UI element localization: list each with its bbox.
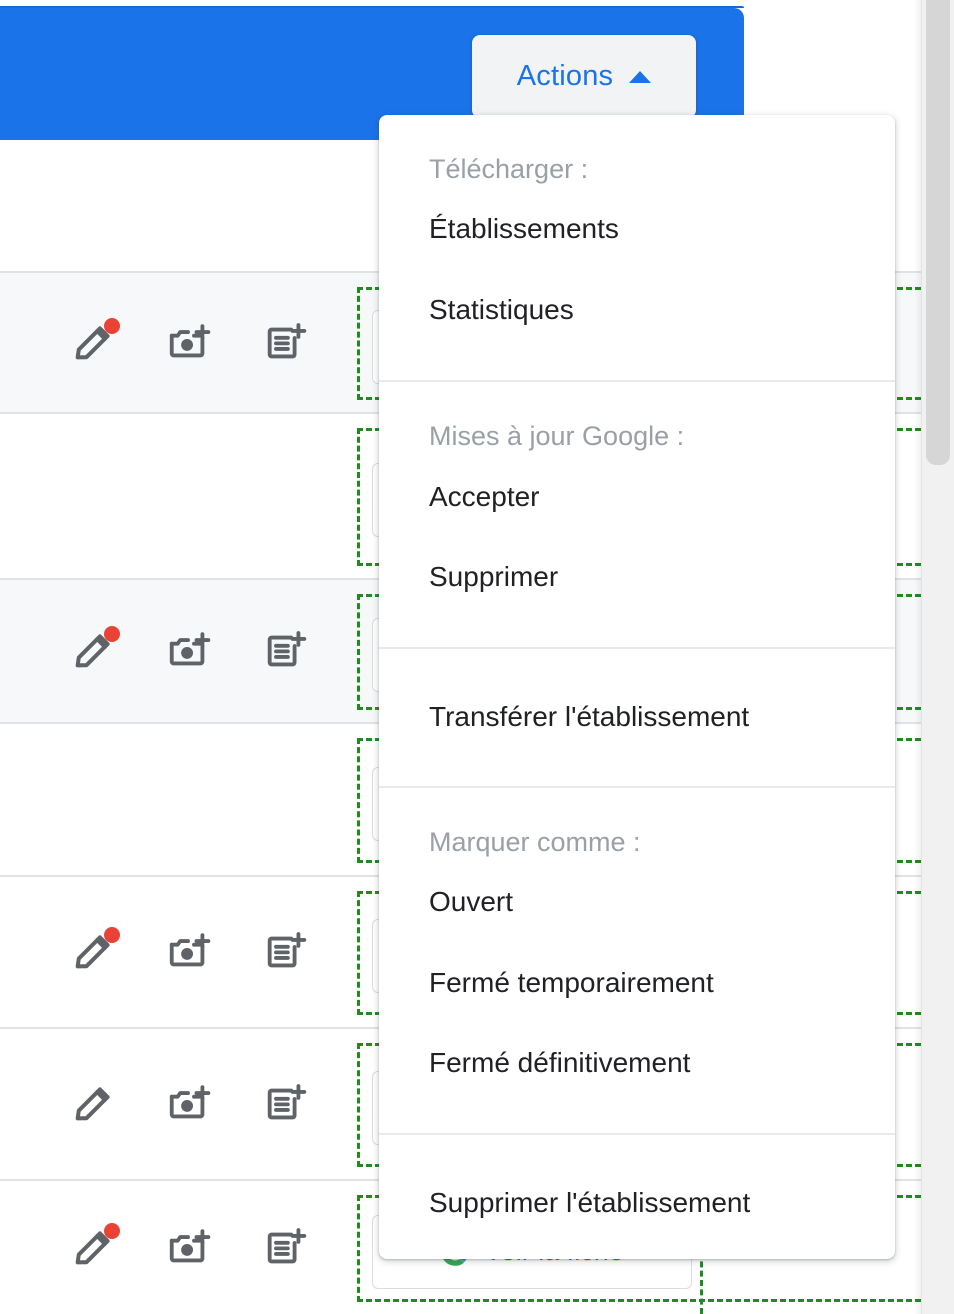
menu-item-accepter[interactable]: Accepter xyxy=(379,457,895,537)
add-post-icon[interactable] xyxy=(262,929,308,975)
menu-item-supprimer[interactable]: Supprimer xyxy=(379,537,895,617)
add-post-icon[interactable] xyxy=(262,628,308,674)
add-post-icon[interactable] xyxy=(262,1225,308,1271)
add-post-icon[interactable] xyxy=(262,1081,308,1127)
row-action-icons xyxy=(0,1181,308,1314)
pending-update-badge-icon xyxy=(104,317,120,334)
pending-update-badge-icon xyxy=(104,626,120,642)
row-action-icons xyxy=(0,414,70,578)
add-photo-icon[interactable] xyxy=(166,1225,212,1271)
row-action-icons xyxy=(0,273,308,412)
menu-section: Transférer l'établissement xyxy=(379,647,895,785)
menu-section: Supprimer l'établissement xyxy=(379,1133,895,1259)
highlight-box-right-edge xyxy=(700,1252,703,1314)
row-action-icons xyxy=(0,580,308,722)
add-post-icon[interactable] xyxy=(262,320,308,366)
pending-update-badge-icon xyxy=(104,1222,120,1239)
edit-pencil-icon[interactable] xyxy=(70,1081,116,1127)
row-action-icons xyxy=(0,1029,308,1179)
edit-pencil-icon[interactable] xyxy=(70,317,120,366)
menu-section: Mises à jour Google : Accepter Supprimer xyxy=(379,380,895,647)
menu-item-transf-rer-l-tablissement[interactable]: Transférer l'établissement xyxy=(379,677,895,757)
menu-group-label: Mises à jour Google : xyxy=(429,421,685,452)
menu-section: Télécharger : Établissements Statistiques xyxy=(379,115,895,380)
menu-item-statistiques[interactable]: Statistiques xyxy=(379,270,895,350)
actions-button[interactable]: Actions xyxy=(472,35,696,118)
add-photo-icon[interactable] xyxy=(166,628,212,674)
menu-section: Marquer comme : Ouvert Fermé temporairemen… xyxy=(379,785,895,1134)
add-photo-icon[interactable] xyxy=(166,320,212,366)
actions-dropdown-menu: Télécharger : Établissements Statistiques M… xyxy=(379,115,895,1259)
menu-group-label: Télécharger : xyxy=(429,154,589,184)
screenshot-root: Actions Voir la ficheVoir la ficheVoir l… xyxy=(0,0,954,1314)
vertical-scrollbar-track[interactable] xyxy=(921,0,954,1314)
row-action-icons xyxy=(0,724,70,875)
add-photo-icon[interactable] xyxy=(166,1081,212,1127)
menu-item-tablissements[interactable]: Établissements xyxy=(379,189,895,269)
menu-item-ferm-temporairement[interactable]: Fermé temporairement xyxy=(379,943,895,1023)
row-action-icons xyxy=(0,877,308,1027)
menu-item-ouvert[interactable]: Ouvert xyxy=(379,862,895,942)
edit-pencil-icon[interactable] xyxy=(70,626,120,674)
vertical-scrollbar-thumb[interactable] xyxy=(926,0,950,465)
pending-update-badge-icon xyxy=(104,927,120,943)
add-photo-icon[interactable] xyxy=(166,929,212,975)
menu-item-supprimer-l-tablissement[interactable]: Supprimer l'établissement xyxy=(379,1163,895,1243)
menu-item-ferm-d-finitivement[interactable]: Fermé définitivement xyxy=(379,1023,895,1103)
menu-group-label: Marquer comme : xyxy=(429,826,641,857)
caret-up-icon xyxy=(629,70,652,83)
edit-pencil-icon[interactable] xyxy=(70,927,120,975)
edit-pencil-icon[interactable] xyxy=(70,1222,120,1271)
actions-button-label: Actions xyxy=(516,60,614,92)
